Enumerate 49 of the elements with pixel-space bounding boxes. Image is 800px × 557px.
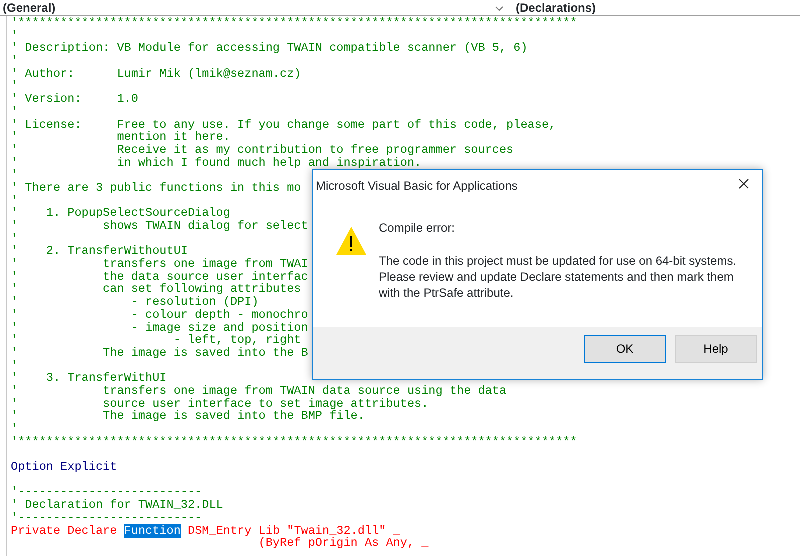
- code-line: ': [11, 55, 18, 68]
- warning-icon: [336, 226, 367, 256]
- dialog-title: Microsoft Visual Basic for Applications: [316, 178, 518, 195]
- code-line: ' in which I found much help and inspiration.: [11, 156, 422, 170]
- error-message: The code in this project must be updated for use on 64-bit systems. Please review and update Declare statements and then mark them with the PtrSafe attribute.: [379, 253, 738, 301]
- code-line: ' There are 3 public functions in this mo: [11, 182, 302, 195]
- code-line: Option Explicit: [11, 461, 118, 474]
- chevron-down-icon[interactable]: [495, 6, 504, 12]
- code-line: ' - image size and position: [11, 322, 308, 334]
- code-line: ': [11, 30, 18, 42]
- code-line: ' the data source user interfac: [11, 270, 308, 284]
- code-line: ' source user interface to set image attributes.: [11, 398, 429, 410]
- code-line: ' transfers one image from TWAIN data source using the data: [11, 384, 507, 398]
- code-line: ' - left, top, right: [11, 334, 302, 347]
- code-line: ' Receive it as my contribution to free programmer sources: [11, 144, 514, 157]
- dialog-button[interactable]: OK: [584, 335, 666, 363]
- code-line: ' 2. TransferWithoutUI: [11, 245, 188, 258]
- code-line: ': [11, 80, 18, 94]
- code-line: (ByRef pOrigin As Any, _: [258, 537, 429, 550]
- code-line: ' 3. TransferWithUI: [11, 372, 167, 385]
- code-line: '*******************************************************************************: [11, 17, 578, 30]
- code-line: ': [11, 360, 18, 372]
- code-line: ': [11, 232, 18, 246]
- code-line: ' transfers one image from TWAI: [11, 258, 308, 271]
- code-line: ' - colour depth - monochro: [11, 308, 308, 322]
- code-line: ' can set following attributes: [11, 283, 302, 296]
- error-heading: Compile error:: [379, 220, 456, 237]
- code-line: '--------------------------: [11, 486, 202, 500]
- code-line: ' mention it here.: [11, 131, 230, 144]
- code-line: ' License: Free to any use. If you change some part of this code, please,: [11, 118, 556, 132]
- code-line: ' Version: 1.0: [11, 93, 138, 106]
- code-line: ': [11, 194, 18, 208]
- code-line: '--------------------------: [11, 512, 202, 524]
- code-line: '*******************************************************************************: [11, 436, 578, 448]
- dialog-button[interactable]: Help: [675, 335, 757, 363]
- code-line: ' The image is saved into the B: [11, 346, 308, 360]
- code-line: ' - resolution (DPI): [11, 296, 259, 309]
- code-line: ' 1. PopupSelectSourceDialog: [11, 207, 230, 220]
- code-line: ' Author: Lumir Mik (lmik@seznam.cz): [11, 68, 302, 80]
- code-line: ' Description: VB Module for accessing TWAIN compatible scanner (VB 5, 6): [11, 42, 528, 56]
- code-line: ' The image is saved into the BMP file.: [11, 410, 365, 423]
- code-line: ' Declaration for TWAIN_32.DLL: [11, 499, 224, 512]
- code-line: ' shows TWAIN dialog for select: [11, 220, 308, 233]
- close-icon[interactable]: [739, 179, 749, 189]
- code-line: ': [11, 423, 18, 436]
- code-line: Private Declare Function DSM_Entry Lib "Twain_32.dll" _: [11, 524, 400, 538]
- object-combo[interactable]: (General): [3, 1, 56, 14]
- code-line: ': [11, 169, 18, 182]
- code-line: ': [11, 106, 18, 118]
